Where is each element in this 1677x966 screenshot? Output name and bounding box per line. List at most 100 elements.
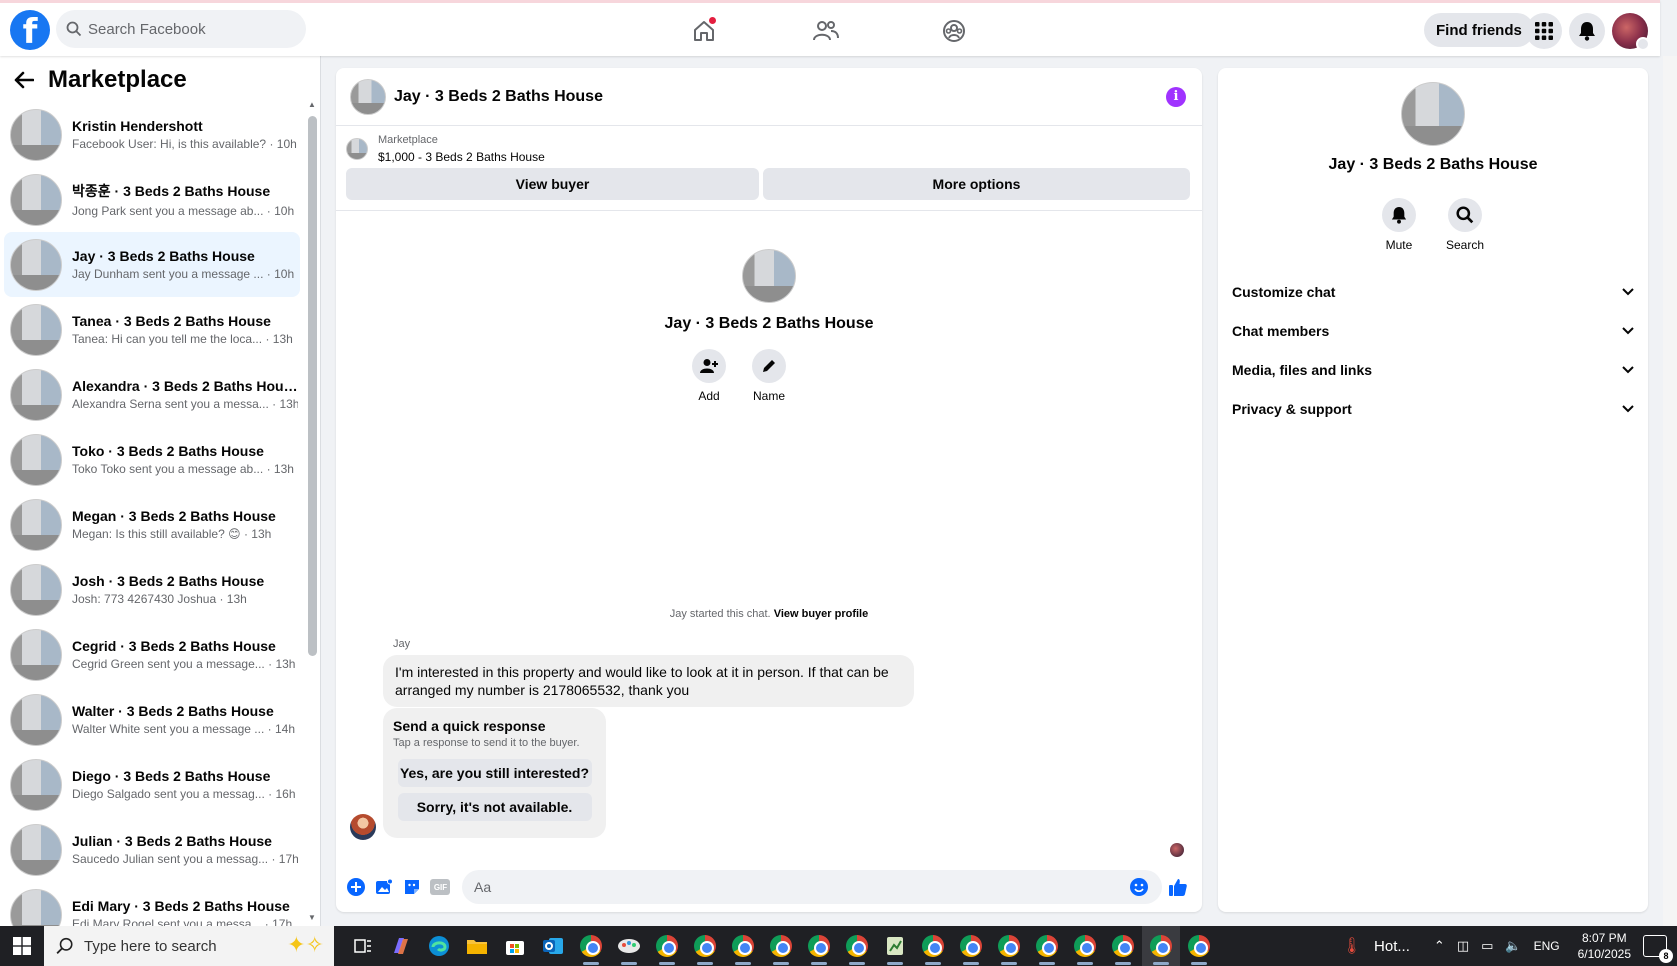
chat-listing-thumbnail[interactable] (350, 78, 386, 115)
paint-app[interactable] (610, 926, 648, 966)
chrome-profile-app[interactable] (686, 926, 724, 966)
chrome-profile-app[interactable] (1104, 926, 1142, 966)
file-explorer-app[interactable] (458, 926, 496, 966)
conversation-item[interactable]: Cegrid · 3 Beds 2 Baths House Cegrid Gree… (4, 622, 300, 687)
conversation-time: · 13h (272, 397, 298, 411)
language-indicator[interactable]: ENG (1534, 939, 1560, 953)
chrome-profile-app[interactable] (838, 926, 876, 966)
grid-menu-icon (1535, 22, 1553, 40)
notification-center-icon[interactable]: 8 (1643, 935, 1673, 963)
conversation-preview: Toko Toko sent you a message ab... (72, 462, 264, 476)
conversation-item-active[interactable]: Jay · 3 Beds 2 Baths House Jay Dunham sen… (4, 232, 300, 297)
home-notification-dot (709, 17, 716, 24)
listing-price-title[interactable]: $1,000 - 3 Beds 2 Baths House (378, 150, 545, 164)
clock[interactable]: 8:07 PM 6/10/2025 (1578, 930, 1631, 962)
conversation-item[interactable]: Julian · 3 Beds 2 Baths House Saucedo Jul… (4, 817, 300, 882)
conversation-item[interactable]: Tanea · 3 Beds 2 Baths House Tanea: Hi ca… (4, 297, 300, 362)
facebook-search-input[interactable] (88, 20, 288, 38)
chrome-profile-app[interactable] (724, 926, 762, 966)
facebook-search-box[interactable] (56, 10, 306, 48)
chrome-icon (808, 935, 830, 957)
back-arrow-icon[interactable] (14, 71, 34, 89)
sidebar-scrollbar[interactable] (308, 116, 317, 656)
section-label: Media, files and links (1232, 361, 1373, 378)
taskbar-search-input[interactable] (84, 937, 284, 955)
info-icon[interactable]: i (1166, 87, 1186, 107)
sticker-button[interactable] (401, 876, 423, 898)
network-icon[interactable]: ▭ (1481, 938, 1493, 954)
add-member-action[interactable]: Add (692, 349, 726, 403)
chrome-profile-app[interactable] (952, 926, 990, 966)
search-in-conversation-action[interactable]: Search (1446, 198, 1484, 252)
start-button[interactable] (0, 926, 44, 966)
gif-button[interactable]: GIF (429, 876, 451, 898)
quick-response-still-interested-button[interactable]: Yes, are you still interested? (397, 759, 592, 787)
chrome-profile-app[interactable] (1028, 926, 1066, 966)
sheets-app[interactable] (876, 926, 914, 966)
weather-text[interactable]: Hot... (1374, 938, 1410, 955)
chrome-profile-app[interactable] (800, 926, 838, 966)
thermometer-icon[interactable]: 🌡 (1342, 936, 1362, 956)
scroll-down-arrow-icon[interactable]: ▼ (308, 913, 316, 922)
conversation-item[interactable]: Megan · 3 Beds 2 Baths House Megan: Is th… (4, 492, 300, 557)
attach-photo-button[interactable] (373, 876, 395, 898)
chrome-profile-app[interactable] (990, 926, 1028, 966)
mute-action[interactable]: Mute (1381, 198, 1416, 252)
more-actions-button[interactable] (345, 876, 367, 898)
emoji-button[interactable] (1128, 876, 1150, 898)
page-scrollbar[interactable] (1663, 56, 1677, 926)
facebook-logo[interactable]: f (10, 10, 50, 50)
account-avatar[interactable] (1612, 13, 1650, 51)
customize-chat-section[interactable]: Customize chat (1218, 272, 1648, 311)
menu-button[interactable] (1526, 13, 1562, 49)
search-icon (1456, 206, 1474, 224)
chrome-profile-app[interactable] (762, 926, 800, 966)
quick-response-title: Send a quick response (393, 718, 546, 734)
chevron-down-icon (1622, 365, 1634, 373)
view-buyer-button[interactable]: View buyer (346, 168, 759, 200)
privacy-support-section[interactable]: Privacy & support (1218, 389, 1648, 428)
chrome-profile-app-active[interactable] (1142, 926, 1180, 966)
chrome-profile-app[interactable] (914, 926, 952, 966)
chat-title[interactable]: Jay · 3 Beds 2 Baths House (394, 88, 603, 106)
media-files-links-section[interactable]: Media, files and links (1218, 350, 1648, 389)
microsoft-store-app[interactable] (496, 926, 534, 966)
chat-members-section[interactable]: Chat members (1218, 311, 1648, 350)
task-view-button[interactable] (344, 926, 382, 966)
conversation-item[interactable]: Walter · 3 Beds 2 Baths House Walter Whit… (4, 687, 300, 752)
camera-icon[interactable]: ◫ (1457, 938, 1469, 954)
buyer-avatar[interactable] (350, 814, 376, 840)
conversation-item[interactable]: Alexandra · 3 Beds 2 Baths House Alexandr… (4, 362, 300, 427)
scroll-up-arrow-icon[interactable]: ▲ (308, 100, 316, 109)
quick-response-not-available-button[interactable]: Sorry, it's not available. (397, 793, 592, 821)
find-friends-button[interactable]: Find friends (1424, 13, 1534, 47)
nav-groups[interactable] (936, 13, 972, 49)
conversation-item[interactable]: Kristin Hendershott Facebook User: Hi, is… (4, 102, 300, 167)
notifications-button[interactable] (1569, 13, 1605, 49)
view-buyer-profile-link[interactable]: View buyer profile (774, 608, 869, 620)
conversation-item[interactable]: Toko · 3 Beds 2 Baths House Toko Toko sen… (4, 427, 300, 492)
chevron-down-icon (1622, 326, 1634, 334)
like-button[interactable] (1167, 876, 1189, 898)
nav-friends[interactable] (808, 13, 844, 49)
chrome-profile-app[interactable] (1180, 926, 1218, 966)
speaker-icon[interactable]: 🔈 (1505, 938, 1521, 954)
clock-date: 6/10/2025 (1577, 947, 1631, 961)
nav-home[interactable] (686, 13, 722, 49)
chevron-up-icon[interactable]: ⌃ (1434, 938, 1445, 954)
more-options-button[interactable]: More options (763, 168, 1190, 200)
taskbar-search-box[interactable]: ✦✧ (44, 926, 334, 966)
outlook-app[interactable] (534, 926, 572, 966)
edge-app[interactable] (420, 926, 458, 966)
copilot-app[interactable] (382, 926, 420, 966)
message-input[interactable] (462, 870, 1162, 904)
name-chat-action[interactable]: Name (752, 349, 786, 403)
chrome-app[interactable] (572, 926, 610, 966)
listing-thumbnail (10, 433, 62, 486)
chrome-icon (1112, 935, 1134, 957)
chrome-profile-app[interactable] (648, 926, 686, 966)
chrome-profile-app[interactable] (1066, 926, 1104, 966)
conversation-item[interactable]: 박종훈 · 3 Beds 2 Baths House Jong Park sent… (4, 167, 300, 232)
conversation-item[interactable]: Diego · 3 Beds 2 Baths House Diego Salgad… (4, 752, 300, 817)
conversation-item[interactable]: Josh · 3 Beds 2 Baths House Josh: 773 426… (4, 557, 300, 622)
